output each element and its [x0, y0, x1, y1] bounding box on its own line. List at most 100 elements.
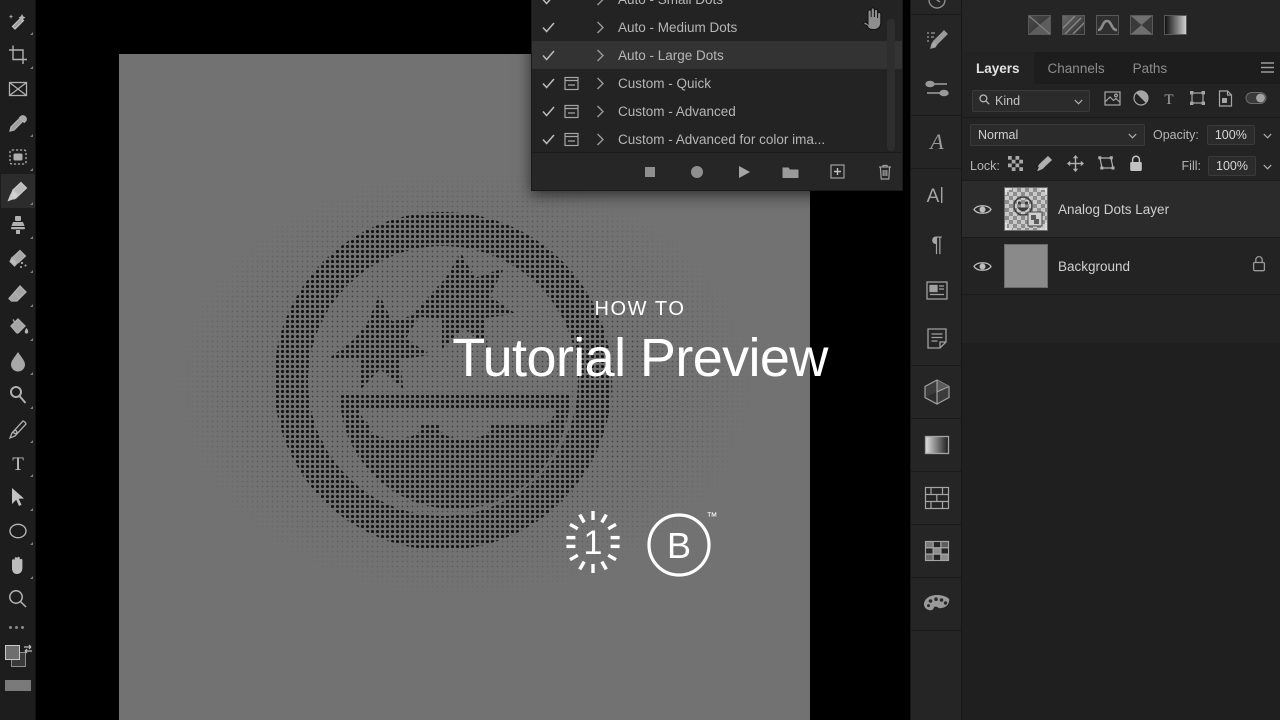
chevron-right-icon[interactable]: [596, 77, 618, 90]
opacity-input[interactable]: 100%: [1207, 125, 1255, 145]
more-tools-ellipsis[interactable]: [1, 616, 35, 638]
action-row-0[interactable]: Auto - Small Dots: [532, 0, 902, 13]
spot-healing-brush-tool[interactable]: [1, 140, 35, 174]
action-row-5[interactable]: Custom - Advanced for color ima...: [532, 125, 902, 153]
clone-stamp-tool[interactable]: [1, 208, 35, 242]
tab-layers[interactable]: Layers: [962, 52, 1034, 84]
artboard-icon[interactable]: [1098, 155, 1115, 176]
chevron-right-icon[interactable]: [596, 0, 618, 6]
shape-icon[interactable]: [1189, 90, 1206, 111]
chevron-right-icon[interactable]: [596, 105, 618, 118]
new-set-button[interactable]: [780, 161, 802, 183]
ellipse-tool[interactable]: [1, 514, 35, 548]
rail-3d[interactable]: [911, 368, 963, 416]
action-checkbox[interactable]: [542, 77, 564, 90]
layer-thumbnail-smart-object[interactable]: [1004, 187, 1048, 231]
action-checkbox[interactable]: [542, 105, 564, 118]
rail-color-palette[interactable]: [911, 580, 963, 628]
brush-tool[interactable]: [1, 174, 35, 208]
layer-kind-select[interactable]: Kind: [972, 90, 1090, 112]
tab-channels[interactable]: Channels: [1034, 52, 1119, 84]
rail-timer[interactable]: [911, 0, 963, 12]
tab-paths[interactable]: Paths: [1119, 52, 1182, 84]
fill-chevron-down-icon[interactable]: [1263, 157, 1272, 175]
preset-1[interactable]: [1028, 15, 1051, 35]
rail-glyphs[interactable]: A: [911, 118, 963, 166]
color-swatches[interactable]: [1, 640, 35, 674]
eye-icon[interactable]: [970, 203, 994, 216]
brush-icon[interactable]: [1037, 155, 1053, 176]
rail-patterns[interactable]: [911, 474, 963, 522]
action-row-2[interactable]: Auto - Large Dots: [532, 41, 902, 69]
type-t-icon[interactable]: T: [1161, 90, 1177, 111]
preset-4[interactable]: [1130, 15, 1153, 35]
eyedropper-tool[interactable]: [1, 106, 35, 140]
path-selection-tool[interactable]: [1, 480, 35, 514]
action-row-1[interactable]: Auto - Medium Dots: [532, 13, 902, 41]
dodge-tool[interactable]: [1, 378, 35, 412]
frame-tool[interactable]: [1, 72, 35, 106]
action-dialog-toggle[interactable]: [564, 76, 596, 91]
action-checkbox[interactable]: [542, 0, 564, 6]
rail-gradients[interactable]: [911, 421, 963, 469]
rail-brush-settings[interactable]: [911, 17, 963, 65]
action-dialog-toggle[interactable]: [564, 132, 596, 147]
play-button[interactable]: [733, 161, 755, 183]
crop-tool[interactable]: [1, 38, 35, 72]
toggle-switch-icon[interactable]: [1245, 91, 1267, 110]
half-circle-icon[interactable]: [1133, 90, 1149, 111]
chevron-right-icon[interactable]: [596, 21, 618, 34]
blur-tool[interactable]: [1, 344, 35, 378]
zoom-tool[interactable]: [1, 582, 35, 616]
padlock-icon[interactable]: [1129, 155, 1143, 177]
action-checkbox[interactable]: [542, 49, 564, 62]
fill-input[interactable]: 100%: [1208, 156, 1256, 176]
actions-scrollbar[interactable]: [887, 19, 895, 151]
layer-row-background[interactable]: Background: [962, 238, 1280, 295]
move-arrows-icon[interactable]: [1067, 155, 1084, 177]
preset-2[interactable]: [1062, 15, 1085, 35]
rail-adjustments[interactable]: [911, 65, 963, 113]
preset-3[interactable]: [1096, 15, 1119, 35]
history-brush-tool[interactable]: [1, 242, 35, 276]
eraser-tool[interactable]: [1, 276, 35, 310]
image-icon[interactable]: [1104, 91, 1121, 111]
layer-row-analog-dots[interactable]: Analog Dots Layer: [962, 181, 1280, 238]
chevron-right-icon[interactable]: [596, 133, 618, 146]
action-row-3[interactable]: Custom - Quick: [532, 69, 902, 97]
record-button[interactable]: [686, 161, 708, 183]
actions-panel[interactable]: Auto - Small Dots Auto - Medium Dots: [531, 0, 903, 191]
chevron-down-icon[interactable]: [1128, 128, 1137, 142]
paint-bucket-tool[interactable]: [1, 310, 35, 344]
pen-tool[interactable]: [1, 412, 35, 446]
rail-character[interactable]: A: [911, 171, 963, 219]
smart-object-icon[interactable]: [1218, 90, 1233, 112]
hand-tool[interactable]: [1, 548, 35, 582]
quick-mask-button[interactable]: [5, 680, 31, 691]
rail-paragraph[interactable]: ¶: [911, 219, 963, 267]
opacity-chevron-down-icon[interactable]: [1263, 126, 1272, 144]
checkerboard-icon[interactable]: [1008, 156, 1023, 176]
eye-icon[interactable]: [970, 260, 994, 273]
action-checkbox[interactable]: [542, 133, 564, 146]
rail-swatches-grid[interactable]: [911, 527, 963, 575]
action-row-4[interactable]: Custom - Advanced: [532, 97, 902, 125]
chevron-right-icon[interactable]: [596, 49, 618, 62]
action-checkbox[interactable]: [542, 21, 564, 34]
delete-button[interactable]: [874, 161, 896, 183]
swap-colors-icon[interactable]: [22, 642, 34, 660]
stop-button[interactable]: [639, 161, 661, 183]
layer-thumbnail-background[interactable]: [1004, 244, 1048, 288]
rail-notes[interactable]: [911, 315, 963, 363]
foreground-color-swatch[interactable]: [5, 645, 20, 660]
new-action-button[interactable]: [827, 161, 849, 183]
object-selection-tool[interactable]: [1, 4, 35, 38]
rail-libraries[interactable]: [911, 267, 963, 315]
hamburger-menu-icon[interactable]: [1260, 61, 1275, 79]
preset-5[interactable]: [1164, 15, 1187, 35]
type-tool[interactable]: T: [1, 446, 35, 480]
hand-pointer-cursor: [860, 2, 886, 37]
blend-mode-select[interactable]: Normal: [970, 124, 1145, 146]
chevron-down-icon[interactable]: [1074, 94, 1083, 108]
action-dialog-toggle[interactable]: [564, 104, 596, 119]
